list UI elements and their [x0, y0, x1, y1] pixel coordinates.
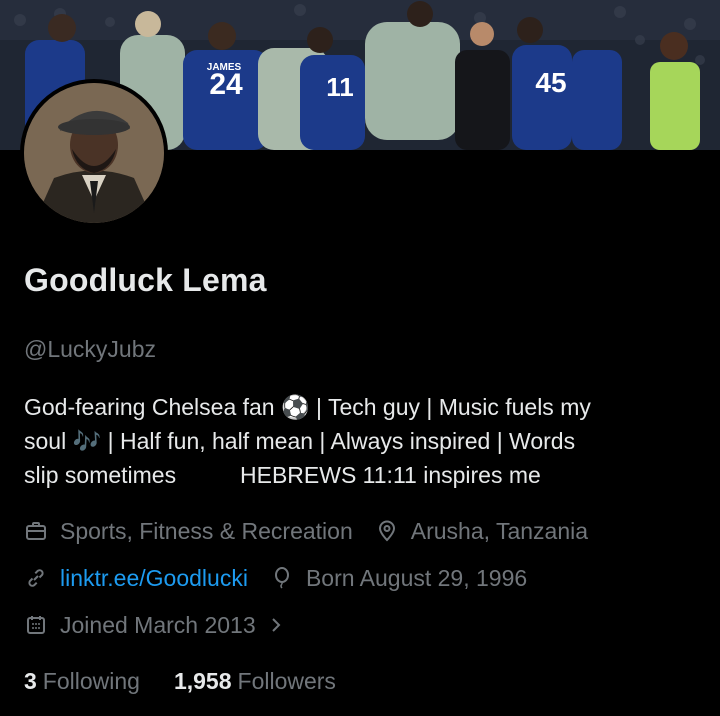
balloon-icon: [274, 567, 289, 589]
joined-item[interactable]: Joined March 2013: [24, 612, 288, 639]
jersey-number-45: 45: [535, 67, 566, 98]
category-item: Sports, Fitness & Recreation: [24, 518, 353, 545]
meta-row-3[interactable]: Joined March 2013: [24, 610, 288, 640]
category-label: Sports, Fitness & Recreation: [60, 517, 353, 544]
location-pin-icon: [378, 520, 395, 542]
birthday-item: Born August 29, 1996: [270, 565, 527, 592]
followers-label: Followers: [237, 668, 336, 694]
followers-link[interactable]: 1,958 Followers: [174, 668, 336, 695]
followers-count: 1,958: [173, 668, 232, 694]
jersey-number-11: 11: [326, 72, 354, 102]
meta-row-1: Sports, Fitness & Recreation Arusha, Tan…: [24, 516, 588, 546]
briefcase-icon: [26, 522, 46, 540]
meta-row-2: linktr.ee/Goodlucki Born August 29, 1996: [24, 563, 527, 593]
location-label: Arusha, Tanzania: [410, 517, 589, 544]
location-item: Arusha, Tanzania: [375, 518, 588, 545]
calendar-icon: [27, 616, 45, 634]
profile-name: Goodluck Lema: [24, 262, 267, 298]
following-count: 3: [24, 668, 37, 694]
link-icon: [28, 569, 44, 587]
profile-avatar[interactable]: [20, 79, 168, 227]
chevron-right-icon[interactable]: [264, 613, 288, 637]
following-label: Following: [42, 668, 140, 694]
joined-label: Joined March 2013: [60, 611, 256, 638]
avatar-image: [24, 83, 164, 223]
follow-stats: 3 Following 1,958 Followers: [24, 668, 336, 695]
website-link[interactable]: linktr.ee/Goodlucki: [60, 565, 248, 592]
following-link[interactable]: 3 Following: [24, 668, 140, 695]
birthday-label: Born August 29, 1996: [305, 564, 528, 591]
jersey-number-24: 24: [209, 68, 243, 101]
profile-handle: @LuckyJubz: [24, 336, 157, 362]
profile-bio: God-fearing Chelsea fan ⚽ | Tech guy | M…: [24, 394, 591, 488]
website-item[interactable]: linktr.ee/Goodlucki: [24, 565, 248, 592]
